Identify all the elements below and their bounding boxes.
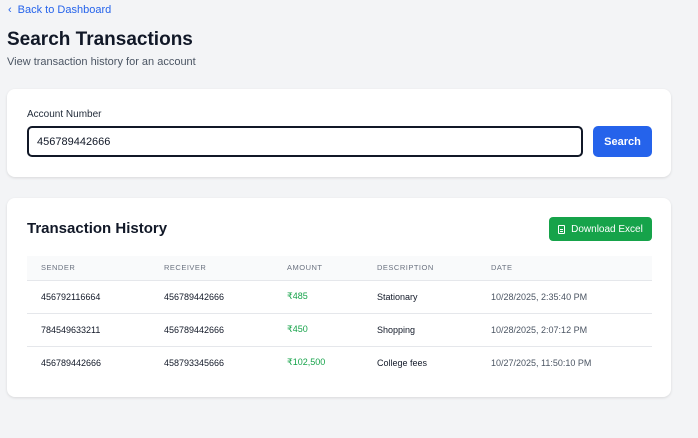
column-header-sender: SENDER [27, 256, 150, 281]
document-icon [558, 224, 566, 234]
account-number-input[interactable] [27, 126, 583, 157]
page-subtitle: View transaction history for an account [7, 56, 196, 68]
page-title: Search Transactions [7, 29, 193, 50]
cell-receiver: 458793345666 [164, 357, 225, 368]
cell-amount: ₹102,500 [287, 357, 326, 368]
download-excel-button[interactable]: Download Excel [549, 217, 652, 241]
cell-description: College fees [377, 357, 428, 368]
search-card: Account Number Search [7, 89, 671, 177]
cell-receiver: 456789442666 [150, 313, 273, 347]
column-header-receiver: RECEIVER [150, 256, 273, 281]
back-to-dashboard-link[interactable]: ‹ Back to Dashboard [8, 4, 111, 16]
cell-date: 10/27/2025, 11:50:10 PM [491, 357, 592, 368]
transaction-history-card: Transaction History Download Excel SENDE… [7, 198, 671, 397]
search-button[interactable]: Search [593, 126, 652, 157]
cell-sender: 456789442666 [41, 357, 102, 368]
cell-date: 10/28/2025, 2:35:40 PM [477, 280, 652, 314]
cell-sender: 784549633211 [27, 313, 150, 347]
cell-amount: ₹450 [273, 313, 363, 347]
table-row: 784549633211 456789442666 ₹450 Shopping … [27, 313, 652, 347]
cell-sender: 456792116664 [27, 280, 150, 314]
cell-description: Stationary [363, 280, 477, 314]
column-header-description: DESCRIPTION [363, 256, 477, 281]
cell-receiver: 456789442666 [150, 280, 273, 314]
back-link-label: Back to Dashboard [17, 4, 112, 16]
table-row: 456789442666 458793345666 ₹102,500 Colle… [27, 346, 652, 379]
transactions-table: SENDER RECEIVER AMOUNT DESCRIPTION DATE … [27, 256, 652, 379]
column-header-amount: AMOUNT [273, 256, 363, 281]
account-number-label: Account Number [27, 109, 102, 120]
cell-description: Shopping [363, 313, 477, 347]
table-header-row: SENDER RECEIVER AMOUNT DESCRIPTION DATE [27, 256, 652, 281]
cell-date: 10/28/2025, 2:07:12 PM [477, 313, 652, 347]
column-header-date: DATE [477, 256, 652, 281]
download-excel-label: Download Excel [571, 223, 643, 235]
cell-amount: ₹485 [273, 280, 363, 314]
chevron-left-icon: ‹ [8, 3, 12, 16]
transaction-history-title: Transaction History [27, 220, 168, 237]
table-row: 456792116664 456789442666 ₹485 Stationar… [27, 280, 652, 314]
